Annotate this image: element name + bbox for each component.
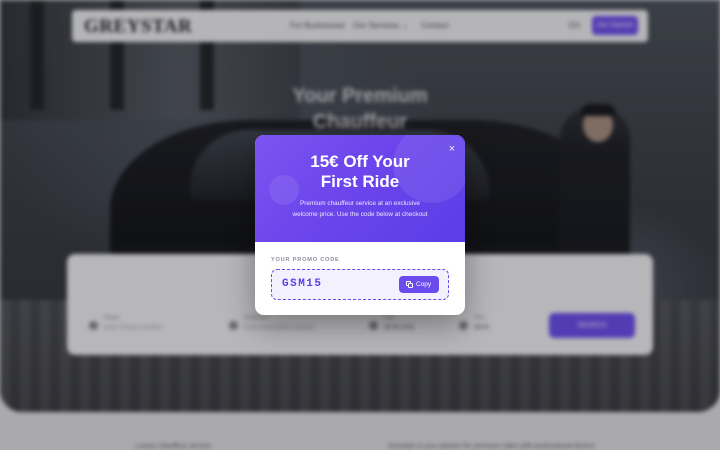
promo-title-line-1: 15€ Off Your [310, 152, 410, 171]
copy-button[interactable]: Copy [399, 276, 439, 293]
promo-subtitle-line-1: Premium chauffeur service at an exclusiv… [300, 200, 420, 207]
promo-code-label: YOUR PROMO CODE [271, 257, 340, 263]
promo-modal-header: × 15€ Off Your First Ride Premium chauff… [255, 135, 465, 242]
copy-icon [406, 281, 413, 288]
copy-button-label: Copy [416, 281, 432, 288]
promo-title-line-2: First Ride [320, 172, 400, 191]
promo-code-box: GSM15 Copy [271, 269, 449, 300]
promo-modal: × 15€ Off Your First Ride Premium chauff… [255, 135, 465, 315]
promo-title: 15€ Off Your First Ride [255, 152, 465, 192]
promo-code-value[interactable]: GSM15 [282, 278, 323, 290]
promo-subtitle-line-2: welcome price. Use the code below at che… [292, 211, 428, 218]
promo-subtitle: Premium chauffeur service at an exclusiv… [275, 198, 445, 220]
